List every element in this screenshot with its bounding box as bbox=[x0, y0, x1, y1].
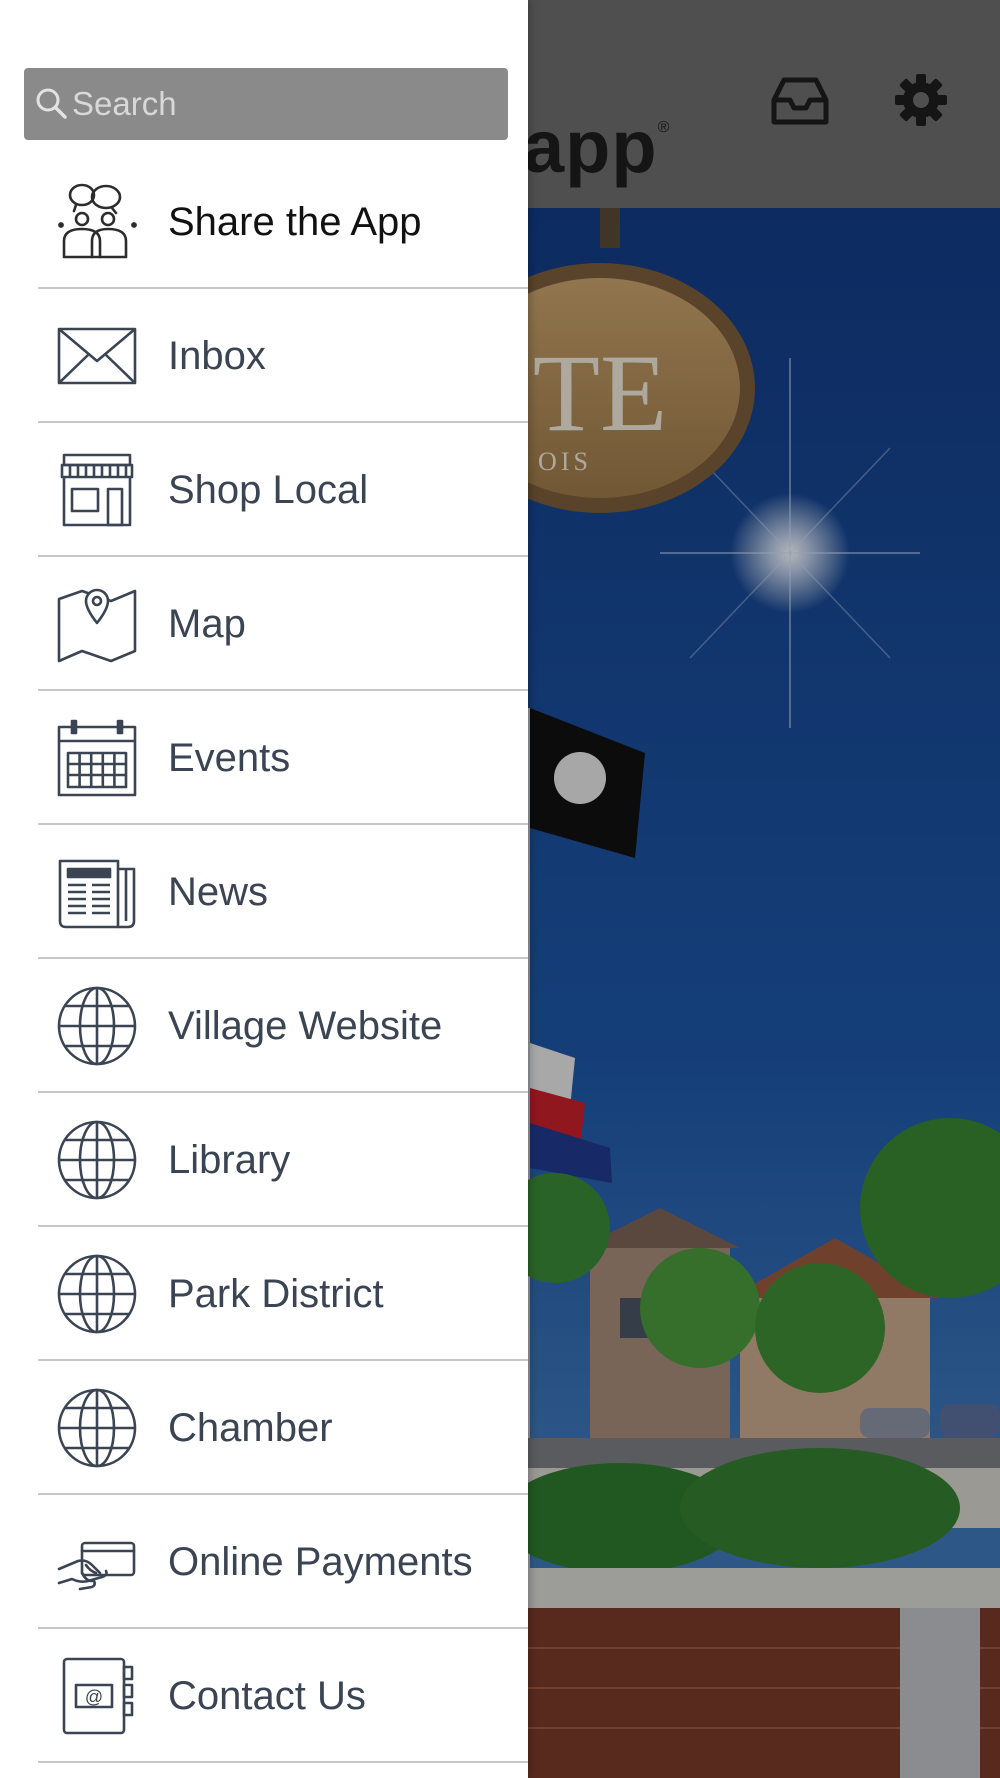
menu-item-map[interactable]: Map bbox=[0, 557, 528, 691]
menu-item-label: Share the App bbox=[168, 200, 422, 244]
menu-item-label: Map bbox=[168, 602, 246, 646]
globe-icon bbox=[56, 985, 138, 1067]
menu-item-chamber[interactable]: Chamber bbox=[0, 1361, 528, 1495]
envelope-icon bbox=[56, 315, 138, 397]
people-icon bbox=[56, 181, 138, 263]
menu-item-share-the-app[interactable]: Share the App bbox=[0, 155, 528, 289]
menu-item-events[interactable]: Events bbox=[0, 691, 528, 825]
globe-icon bbox=[56, 1253, 138, 1335]
menu-item-news[interactable]: News bbox=[0, 825, 528, 959]
storefront-icon bbox=[56, 449, 138, 531]
side-menu-drawer: Share the App Inbox bbox=[0, 0, 528, 1778]
menu-item-village-website[interactable]: Village Website bbox=[0, 959, 528, 1093]
search-input[interactable] bbox=[72, 68, 492, 140]
menu-item-label: Park District bbox=[168, 1272, 384, 1316]
menu-item-shop-local[interactable]: Shop Local bbox=[0, 423, 528, 557]
menu-item-label: News bbox=[168, 870, 269, 914]
menu-item-label: Library bbox=[168, 1138, 291, 1182]
search-icon bbox=[34, 86, 68, 120]
menu-list: Share the App Inbox Shop Local Map Event… bbox=[0, 155, 528, 1763]
menu-item-park-district[interactable]: Park District bbox=[0, 1227, 528, 1361]
globe-icon bbox=[56, 1119, 138, 1201]
menu-item-label: Contact Us bbox=[168, 1674, 366, 1718]
svg-text:@: @ bbox=[85, 1687, 103, 1707]
menu-item-label: Chamber bbox=[168, 1406, 333, 1450]
menu-item-library[interactable]: Library bbox=[0, 1093, 528, 1227]
payment-card-icon bbox=[56, 1521, 138, 1603]
address-book-icon: @ bbox=[56, 1655, 138, 1737]
menu-item-online-payments[interactable]: Online Payments bbox=[0, 1495, 528, 1629]
newspaper-icon bbox=[56, 851, 138, 933]
search-bar[interactable] bbox=[24, 68, 508, 140]
globe-icon bbox=[56, 1387, 138, 1469]
menu-item-contact-us[interactable]: @ Contact Us bbox=[0, 1629, 528, 1763]
menu-item-label: Village Website bbox=[168, 1004, 443, 1048]
menu-item-label: Shop Local bbox=[168, 468, 369, 512]
menu-item-label: Inbox bbox=[168, 334, 266, 378]
map-icon bbox=[56, 583, 138, 665]
menu-item-inbox[interactable]: Inbox bbox=[0, 289, 528, 423]
calendar-icon bbox=[56, 717, 138, 799]
menu-item-label: Events bbox=[168, 736, 291, 780]
menu-item-label: Online Payments bbox=[168, 1540, 473, 1584]
